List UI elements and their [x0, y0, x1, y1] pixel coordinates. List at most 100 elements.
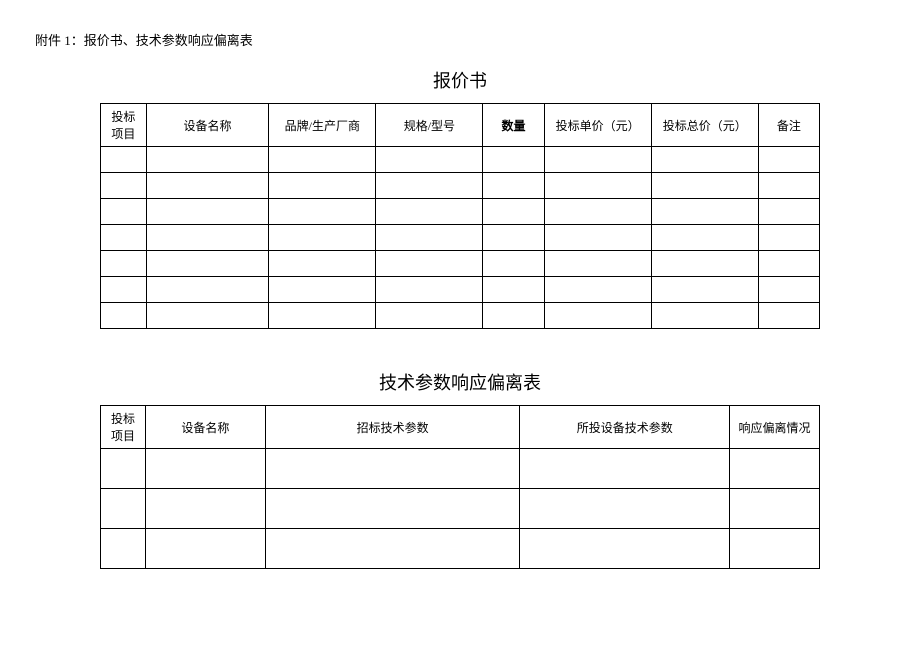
table-row [101, 199, 820, 225]
table-cell [146, 173, 268, 199]
table-cell [265, 449, 520, 489]
col-equipment-name: 设备名称 [146, 104, 268, 147]
table-row [101, 449, 820, 489]
table-cell [146, 251, 268, 277]
col-tender-tech-params: 招标技术参数 [265, 406, 520, 449]
table-cell [145, 489, 265, 529]
col-bid-item: 投标 项目 [101, 406, 146, 449]
table-row [101, 225, 820, 251]
table-cell [101, 251, 147, 277]
table-row [101, 529, 820, 569]
col-quantity: 数量 [483, 104, 544, 147]
table-header-row: 投标 项目 设备名称 招标技术参数 所投设备技术参数 响应偏离情况 [101, 406, 820, 449]
table-cell [520, 449, 730, 489]
col-bid-tech-params: 所投设备技术参数 [520, 406, 730, 449]
table-cell [651, 173, 758, 199]
col-remarks: 备注 [758, 104, 819, 147]
deviation-table: 投标 项目 设备名称 招标技术参数 所投设备技术参数 响应偏离情况 [100, 405, 820, 569]
table-cell [758, 277, 819, 303]
table-cell [269, 199, 376, 225]
table-cell [651, 303, 758, 329]
table-cell [520, 529, 730, 569]
table-row [101, 489, 820, 529]
table-cell [544, 303, 651, 329]
table-cell [483, 251, 544, 277]
table-cell [544, 225, 651, 251]
table-row [101, 147, 820, 173]
table-cell [376, 251, 483, 277]
table-row [101, 251, 820, 277]
table-cell [651, 199, 758, 225]
table-cell [730, 529, 820, 569]
table-row [101, 277, 820, 303]
table-cell [145, 449, 265, 489]
table-cell [101, 303, 147, 329]
table-cell [483, 147, 544, 173]
table-cell [269, 251, 376, 277]
col-equipment-name: 设备名称 [145, 406, 265, 449]
table-cell [544, 147, 651, 173]
table-cell [145, 529, 265, 569]
table-cell [730, 449, 820, 489]
table-cell [758, 173, 819, 199]
table-cell [265, 489, 520, 529]
col-total-price: 投标总价（元） [651, 104, 758, 147]
table-cell [376, 199, 483, 225]
table-cell [520, 489, 730, 529]
table-cell [758, 147, 819, 173]
table-cell [544, 199, 651, 225]
table-cell [146, 199, 268, 225]
table-cell [101, 147, 147, 173]
table-cell [651, 147, 758, 173]
table-cell [483, 277, 544, 303]
table-cell [269, 303, 376, 329]
col-deviation: 响应偏离情况 [730, 406, 820, 449]
table-cell [544, 173, 651, 199]
table-cell [376, 173, 483, 199]
col-unit-price: 投标单价（元） [544, 104, 651, 147]
col-brand-manufacturer: 品牌/生产厂商 [269, 104, 376, 147]
deviation-title: 技术参数响应偏离表 [30, 369, 890, 395]
table-cell [730, 489, 820, 529]
table-header-row: 投标 项目 设备名称 品牌/生产厂商 规格/型号 数量 投标单价（元） 投标总价… [101, 104, 820, 147]
table-cell [758, 199, 819, 225]
table-cell [269, 225, 376, 251]
table-cell [758, 251, 819, 277]
table-cell [483, 225, 544, 251]
table-cell [544, 251, 651, 277]
table-cell [101, 449, 146, 489]
table-cell [483, 199, 544, 225]
table-cell [146, 147, 268, 173]
table-cell [376, 147, 483, 173]
col-bid-item: 投标 项目 [101, 104, 147, 147]
table-cell [483, 303, 544, 329]
table-cell [146, 277, 268, 303]
table-cell [758, 225, 819, 251]
table-cell [101, 489, 146, 529]
table-cell [544, 277, 651, 303]
table-cell [265, 529, 520, 569]
table-cell [101, 529, 146, 569]
table-cell [376, 225, 483, 251]
table-cell [269, 173, 376, 199]
table-cell [269, 277, 376, 303]
table-cell [269, 147, 376, 173]
table-row [101, 303, 820, 329]
table-cell [483, 173, 544, 199]
table-cell [101, 225, 147, 251]
table-cell [101, 199, 147, 225]
table-cell [376, 277, 483, 303]
table-cell [758, 303, 819, 329]
table-cell [376, 303, 483, 329]
table-cell [651, 277, 758, 303]
col-spec-model: 规格/型号 [376, 104, 483, 147]
quotation-title: 报价书 [30, 67, 890, 93]
quotation-table: 投标 项目 设备名称 品牌/生产厂商 规格/型号 数量 投标单价（元） 投标总价… [100, 103, 820, 329]
table-cell [146, 303, 268, 329]
attachment-label: 附件 1：报价书、技术参数响应偏离表 [35, 30, 890, 49]
table-cell [101, 277, 147, 303]
table-cell [146, 225, 268, 251]
table-cell [101, 173, 147, 199]
table-row [101, 173, 820, 199]
table-cell [651, 225, 758, 251]
